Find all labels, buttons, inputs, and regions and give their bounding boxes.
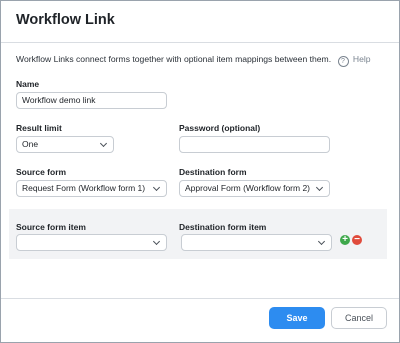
name-label: Name (16, 79, 40, 89)
source-form-value: Request Form (Workflow form 1) (22, 183, 146, 193)
source-form-label: Source form (16, 167, 67, 177)
save-button[interactable]: Save (269, 307, 325, 329)
destination-form-value: Approval Form (Workflow form 2) (185, 183, 311, 193)
source-item-label: Source form item (16, 222, 86, 232)
result-limit-label: Result limit (16, 123, 62, 133)
destination-item-label: Destination form item (179, 222, 267, 232)
name-input-value: Workflow demo link (22, 95, 96, 105)
intro-text: Workflow Links connect forms together wi… (16, 54, 371, 67)
source-item-select[interactable] (16, 234, 167, 251)
chevron-down-icon (315, 183, 324, 192)
chevron-down-icon (99, 139, 108, 148)
password-label: Password (optional) (179, 123, 261, 133)
chevron-down-icon (152, 237, 161, 246)
minus-circle-icon[interactable]: − (352, 235, 362, 245)
footer-divider (1, 298, 399, 299)
dialog-title: Workflow Link (16, 12, 115, 28)
help-link[interactable]: Help (353, 54, 371, 64)
intro-description: Workflow Links connect forms together wi… (16, 54, 332, 64)
result-limit-value: One (22, 139, 39, 149)
destination-item-select[interactable] (181, 234, 332, 251)
source-form-select[interactable]: Request Form (Workflow form 1) (16, 180, 167, 197)
header-divider (1, 42, 399, 43)
workflow-link-dialog: Workflow Link Workflow Links connect for… (0, 0, 400, 343)
chevron-down-icon (152, 183, 161, 192)
chevron-down-icon (317, 237, 326, 246)
password-input[interactable] (179, 136, 330, 153)
destination-form-select[interactable]: Approval Form (Workflow form 2) (179, 180, 330, 197)
name-input[interactable]: Workflow demo link (16, 92, 167, 109)
result-limit-select[interactable]: One (16, 136, 114, 153)
plus-circle-icon[interactable]: + (340, 235, 350, 245)
help-circle-icon[interactable]: ? (337, 56, 349, 67)
cancel-button[interactable]: Cancel (331, 307, 387, 329)
destination-form-label: Destination form (179, 167, 247, 177)
